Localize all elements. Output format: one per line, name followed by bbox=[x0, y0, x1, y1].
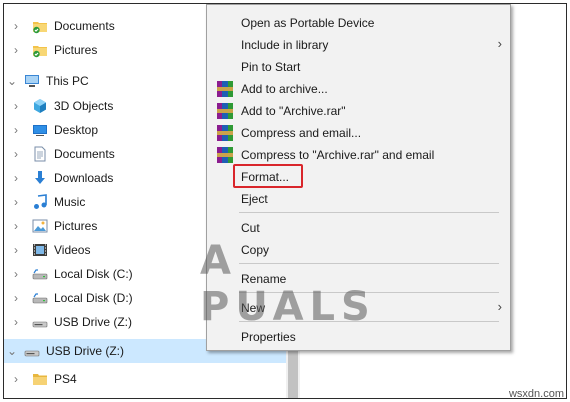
format-highlight-box bbox=[233, 164, 303, 188]
music-icon bbox=[32, 194, 48, 210]
menu-item-properties[interactable]: Properties bbox=[207, 326, 510, 348]
tree-item-label: Videos bbox=[54, 243, 91, 257]
menu-item-eject[interactable]: Eject bbox=[207, 188, 510, 210]
chevron-down-icon[interactable]: ⌄ bbox=[7, 339, 17, 363]
submenu-arrow-icon: › bbox=[497, 36, 502, 51]
tree-item-label: Pictures bbox=[54, 219, 98, 233]
chevron-right-icon[interactable]: › bbox=[11, 94, 21, 118]
menu-item-copy[interactable]: Copy bbox=[207, 239, 510, 261]
menu-item-label: Cut bbox=[241, 221, 260, 235]
winrar-icon bbox=[217, 103, 233, 119]
tree-item-label: This PC bbox=[46, 74, 89, 88]
winrar-icon bbox=[217, 81, 233, 97]
menu-separator bbox=[239, 292, 499, 293]
menu-item-cut[interactable]: Cut bbox=[207, 217, 510, 239]
chevron-right-icon[interactable]: › bbox=[11, 14, 21, 38]
tree-item-label: Local Disk (D:) bbox=[54, 291, 133, 305]
menu-item-compress-and-email[interactable]: Compress and email... bbox=[207, 122, 510, 144]
chevron-right-icon[interactable]: › bbox=[11, 367, 21, 391]
tree-item-label: USB Drive (Z:) bbox=[54, 315, 132, 329]
local-disk-icon bbox=[32, 266, 48, 282]
menu-item-label: Properties bbox=[241, 330, 296, 344]
site-watermark: wsxdn.com bbox=[508, 388, 564, 400]
menu-item-add-to-archive[interactable]: Add to archive... bbox=[207, 78, 510, 100]
tree-item-label: Documents bbox=[54, 19, 115, 33]
chevron-right-icon[interactable]: › bbox=[11, 190, 21, 214]
folder-icon bbox=[32, 371, 48, 387]
tree-item-label: Music bbox=[54, 195, 86, 209]
menu-item-add-to-archive-rar[interactable]: Add to "Archive.rar" bbox=[207, 100, 510, 122]
menu-item-label: Compress and email... bbox=[241, 126, 362, 140]
menu-item-open-as-portable-device[interactable]: Open as Portable Device bbox=[207, 12, 510, 34]
chevron-right-icon[interactable]: › bbox=[11, 142, 21, 166]
pictures-sync-folder-icon bbox=[32, 42, 48, 58]
3d-objects-icon bbox=[32, 98, 48, 114]
chevron-right-icon[interactable]: › bbox=[11, 214, 21, 238]
menu-item-label: Copy bbox=[241, 243, 270, 257]
winrar-icon bbox=[217, 125, 233, 141]
usb-drive-icon bbox=[32, 314, 48, 330]
tree-item[interactable]: › PS4 bbox=[4, 367, 290, 391]
chevron-right-icon[interactable]: › bbox=[11, 38, 21, 62]
menu-item-label: New bbox=[241, 301, 266, 315]
tree-item-label: USB Drive (Z:) bbox=[46, 344, 124, 358]
desktop-icon bbox=[32, 122, 48, 138]
tree-item-label: Desktop bbox=[54, 123, 99, 137]
tree-item-label: Documents bbox=[54, 147, 115, 161]
tree-item-label: Local Disk (C:) bbox=[54, 267, 133, 281]
menu-item-label: Add to "Archive.rar" bbox=[241, 104, 346, 118]
this-pc-icon bbox=[24, 73, 40, 89]
menu-separator bbox=[239, 321, 499, 322]
menu-item-label: Open as Portable Device bbox=[241, 16, 375, 30]
chevron-down-icon[interactable]: ⌄ bbox=[7, 69, 17, 93]
tree-item-label: 3D Objects bbox=[54, 99, 114, 113]
documents-sync-folder-icon bbox=[32, 18, 48, 34]
documents-icon bbox=[32, 146, 48, 162]
chevron-right-icon[interactable]: › bbox=[11, 310, 21, 334]
chevron-right-icon[interactable]: › bbox=[11, 118, 21, 142]
local-disk-icon bbox=[32, 290, 48, 306]
tree-item-label: Downloads bbox=[54, 171, 114, 185]
menu-item-label: Eject bbox=[241, 192, 268, 206]
menu-item-compress-to-archive-rar-and-email[interactable]: Compress to "Archive.rar" and email bbox=[207, 144, 510, 166]
tree-item-label: Pictures bbox=[54, 43, 98, 57]
menu-item-include-in-library[interactable]: Include in library › bbox=[207, 34, 510, 56]
menu-item-label: Rename bbox=[241, 272, 287, 286]
menu-item-label: Include in library bbox=[241, 38, 329, 52]
explorer-window: › Documents › Pictures ⌄ This PC › 3D Objects › D… bbox=[3, 3, 567, 399]
tree-item-label: PS4 bbox=[54, 372, 77, 386]
menu-item-new[interactable]: New › bbox=[207, 297, 510, 319]
menu-item-rename[interactable]: Rename bbox=[207, 268, 510, 290]
menu-separator bbox=[239, 263, 499, 264]
chevron-right-icon[interactable]: › bbox=[11, 286, 21, 310]
chevron-right-icon[interactable]: › bbox=[11, 238, 21, 262]
menu-item-pin-to-start[interactable]: Pin to Start bbox=[207, 56, 510, 78]
chevron-right-icon[interactable]: › bbox=[11, 262, 21, 286]
downloads-icon bbox=[32, 170, 48, 186]
submenu-arrow-icon: › bbox=[497, 299, 502, 314]
menu-item-label: Add to archive... bbox=[241, 82, 328, 96]
videos-icon bbox=[32, 242, 48, 258]
winrar-icon bbox=[217, 147, 233, 163]
menu-item-label: Pin to Start bbox=[241, 60, 301, 74]
chevron-right-icon[interactable]: › bbox=[11, 166, 21, 190]
menu-item-label: Compress to "Archive.rar" and email bbox=[241, 148, 435, 162]
usb-drive-icon bbox=[24, 343, 40, 359]
menu-separator bbox=[239, 212, 499, 213]
pictures-icon bbox=[32, 218, 48, 234]
